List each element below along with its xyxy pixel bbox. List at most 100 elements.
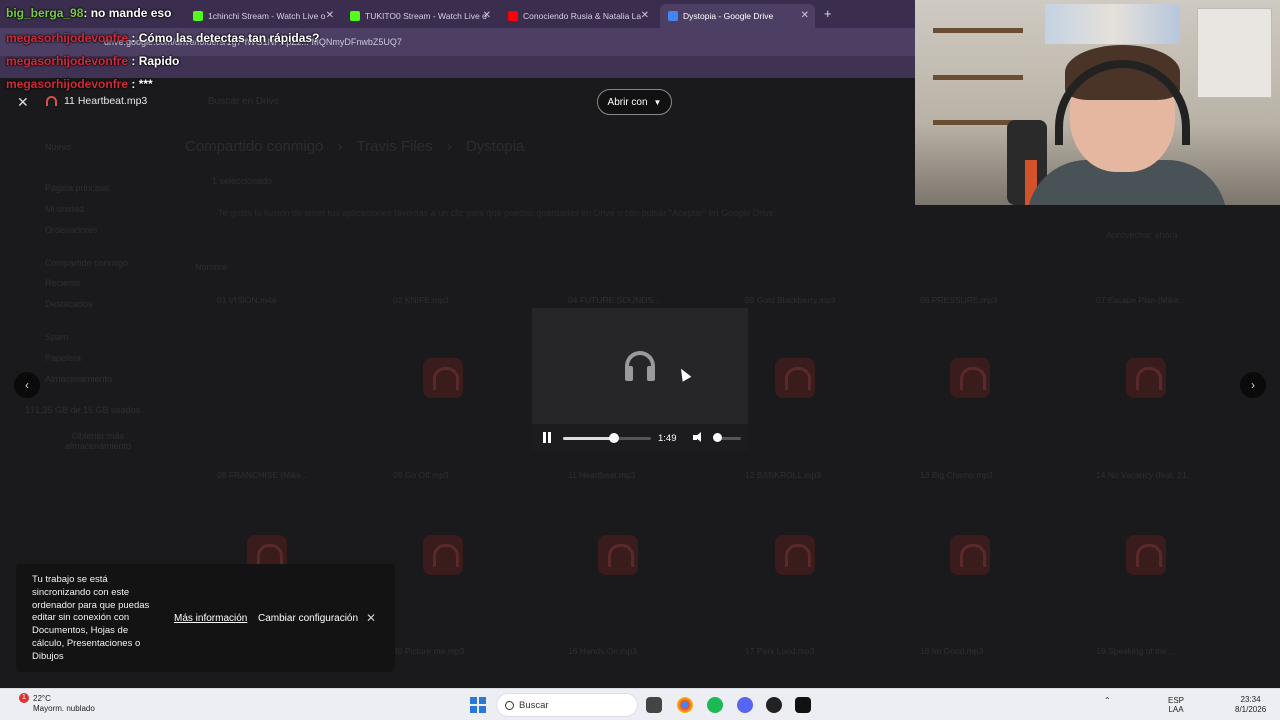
kick-icon <box>193 11 203 21</box>
audio-player: 1:49 <box>532 308 748 451</box>
tray-chevron-icon[interactable]: ⌃ <box>1104 696 1111 705</box>
new-tab-button[interactable]: + <box>824 6 832 21</box>
chat-text: Rapido <box>138 54 180 68</box>
file-item[interactable]: 08 FRANCHISE (Mike... <box>217 470 308 480</box>
viewer-file-name: 11 Heartbeat.mp3 <box>64 95 148 107</box>
progress-slider[interactable] <box>563 433 651 443</box>
sidebar-item-shared[interactable]: Compartido conmigo <box>45 258 128 268</box>
next-file-button[interactable]: › <box>1240 372 1266 398</box>
close-viewer-icon[interactable]: ✕ <box>17 94 29 111</box>
chat-username: megasorhijodevonfre <box>6 77 129 91</box>
previous-file-button[interactable]: ‹ <box>14 372 40 398</box>
file-item[interactable]: 19 Speaking of the... <box>1096 646 1174 656</box>
tab-tukito[interactable]: TUKITO0 Stream - Watch Live o ✕ <box>342 4 497 28</box>
file-item[interactable]: 09 Go Off.mp3 <box>393 470 449 480</box>
audio-thumbnail <box>423 358 463 398</box>
close-tab-icon[interactable]: ✕ <box>641 10 649 21</box>
close-tab-icon[interactable]: ✕ <box>326 10 334 21</box>
file-item[interactable]: 18 Im Good.mp3 <box>920 646 983 656</box>
chat-text: Cómo las detectas tan rápidas? <box>138 31 320 45</box>
close-tab-icon[interactable]: ✕ <box>483 10 491 21</box>
open-with-button[interactable]: Abrir con ▼ <box>597 89 672 115</box>
chat-text: no mande eso <box>90 6 172 20</box>
new-button[interactable]: Nuevo <box>45 142 71 152</box>
close-toast-icon[interactable]: ✕ <box>366 611 376 625</box>
language-indicator[interactable]: ESP LAA <box>1168 696 1184 714</box>
language-code: ESP <box>1168 696 1185 705</box>
spotify-icon[interactable] <box>707 697 723 713</box>
breadcrumb-item[interactable]: Travis Files <box>356 138 432 155</box>
progress-knob[interactable] <box>609 433 620 443</box>
weather-widget[interactable]: 22°C Mayorm. nublado <box>33 694 95 714</box>
storage-button[interactable]: Obtener más almacenamiento <box>58 431 138 451</box>
change-settings-button[interactable]: Cambiar configuración <box>258 613 358 624</box>
sidebar-item-storage[interactable]: Almacenamiento <box>45 374 112 384</box>
obs-icon[interactable] <box>766 697 782 713</box>
headphones-icon <box>625 351 655 381</box>
file-item[interactable]: 12 BANKROLL.mp3 <box>745 470 821 480</box>
selection-count: 1 seleccionado <box>212 176 273 186</box>
sidebar-item-home[interactable]: Página principal <box>45 183 109 193</box>
chat-message: megasorhijodevonfre : Cómo las detectas … <box>6 31 320 45</box>
tab-1chinchi[interactable]: 1chinchi Stream - Watch Live o ✕ <box>185 4 340 28</box>
open-with-label: Abrir con <box>607 96 648 108</box>
pause-button[interactable] <box>542 432 552 443</box>
chat-username: megasorhijodevonfre <box>6 54 129 68</box>
file-item[interactable]: 01 VISION.m4a <box>217 295 277 305</box>
taskbar-search[interactable]: Buscar <box>496 693 638 717</box>
sidebar-item-my-drive[interactable]: Mi unidad <box>45 204 84 214</box>
keyboard-code: LAA <box>1168 705 1184 714</box>
toast-message: Tu trabajo se está sincronizando con est… <box>32 574 150 662</box>
file-item[interactable]: 13 Big Champ.mp3 <box>920 470 993 480</box>
tab-title: Dystopia - Google Drive <box>683 11 774 21</box>
sort-name[interactable]: Nombre <box>195 262 227 272</box>
clock[interactable]: 23:34 8/1/2026 <box>1235 695 1266 715</box>
drive-search-input[interactable]: Buscar en Drive <box>208 96 279 107</box>
breadcrumb-item[interactable]: Compartido conmigo <box>185 138 323 155</box>
chat-username: big_berga_98 <box>6 6 84 20</box>
weather-badge: 1 <box>19 693 29 703</box>
drive-icon <box>668 11 678 21</box>
volume-knob[interactable] <box>713 433 722 442</box>
tiktok-icon[interactable] <box>795 697 811 713</box>
tab-youtube[interactable]: Conociendo Rusia & Natalia La ✕ <box>500 4 655 28</box>
more-info-link[interactable]: Más información <box>174 613 247 624</box>
file-item[interactable]: 05 Gold Blackberry.mp3 <box>745 295 836 305</box>
sidebar-item-recent[interactable]: Reciente <box>45 278 81 288</box>
chat-message: megasorhijodevonfre : *** <box>6 77 153 91</box>
file-item[interactable]: 16 Hands On.mp3 <box>568 646 637 656</box>
file-item[interactable]: 06 PRESSURE.mp3 <box>920 295 997 305</box>
file-item[interactable]: 20 Picture me.mp3 <box>393 646 464 656</box>
discord-icon[interactable] <box>737 697 753 713</box>
wall-poster <box>1197 8 1272 98</box>
file-item[interactable]: 02 KNIFE.mp3 <box>393 295 449 305</box>
volume-icon[interactable] <box>693 432 705 443</box>
audio-thumbnail <box>775 535 815 575</box>
breadcrumb: Compartido conmigo › Travis Files › Dyst… <box>185 138 525 155</box>
youtube-icon <box>508 11 518 21</box>
file-item[interactable]: 07 Escape Plan (Mike... <box>1096 295 1186 305</box>
tab-title: TUKITO0 Stream - Watch Live o <box>365 11 487 21</box>
clock-date: 8/1/2026 <box>1235 705 1267 714</box>
file-explorer-icon[interactable] <box>646 697 662 713</box>
file-item[interactable]: 11 Heartbeat.mp3 <box>568 470 635 480</box>
file-item[interactable]: 04 FUTURE SOUNDS... <box>568 295 660 305</box>
file-item[interactable]: 14 No Vacancy (feat. 21... <box>1096 470 1194 480</box>
breadcrumb-item[interactable]: Dystopia <box>466 138 524 155</box>
file-item[interactable]: 17 Park Lood.mp3 <box>745 646 814 656</box>
tab-drive[interactable]: Dystopia - Google Drive ✕ <box>660 4 815 28</box>
wall-art <box>1045 4 1180 44</box>
chrome-icon[interactable] <box>677 697 693 713</box>
chat-text: *** <box>138 77 153 91</box>
close-tab-icon[interactable]: ✕ <box>801 10 809 21</box>
audio-thumbnail <box>950 535 990 575</box>
storage-text: 171,35 GB de 15 GB usados <box>25 405 141 415</box>
sidebar-item-spam[interactable]: Spam <box>45 332 69 342</box>
sidebar-item-computers[interactable]: Ordenadores <box>45 225 98 235</box>
chat-message: megasorhijodevonfre : Rapido <box>6 54 180 68</box>
windows-start-icon[interactable] <box>470 697 486 713</box>
viewer-file-title: 11 Heartbeat.mp3 <box>46 95 147 107</box>
banner-action[interactable]: Aprovechar ahora <box>1106 230 1178 240</box>
sidebar-item-starred[interactable]: Destacados <box>45 299 93 309</box>
sidebar-item-trash[interactable]: Papelera <box>45 353 81 363</box>
